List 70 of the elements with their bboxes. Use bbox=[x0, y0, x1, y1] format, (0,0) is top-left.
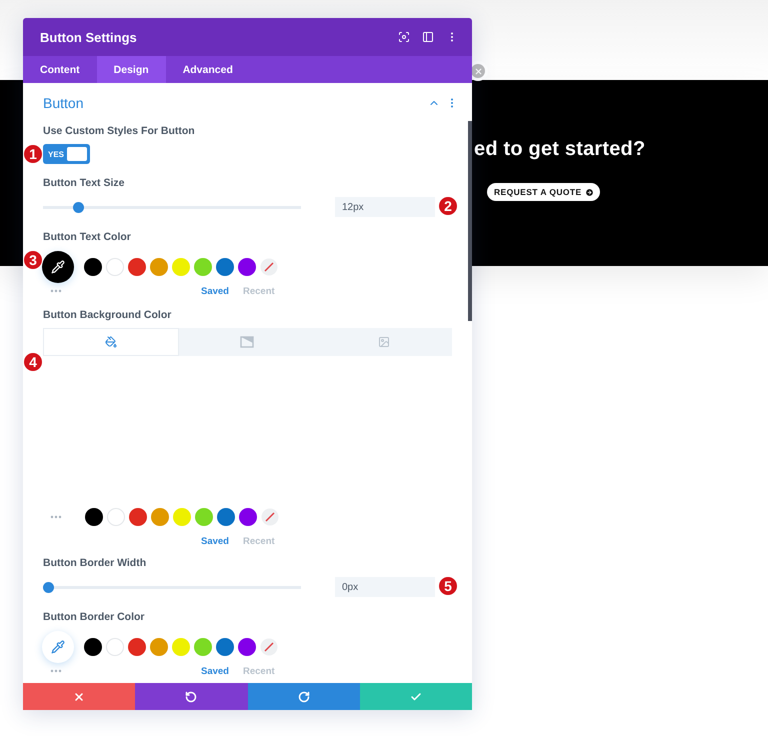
sidebar-icon[interactable] bbox=[422, 31, 434, 43]
color-swatch[interactable] bbox=[85, 508, 103, 526]
more-dots-icon[interactable] bbox=[50, 515, 62, 519]
color-swatch[interactable] bbox=[172, 638, 190, 656]
close-icon bbox=[73, 690, 86, 702]
color-swatch[interactable] bbox=[107, 508, 125, 526]
color-swatch[interactable] bbox=[129, 508, 147, 526]
color-swatch[interactable] bbox=[128, 258, 146, 276]
scrollbar[interactable] bbox=[468, 121, 472, 321]
color-swatch[interactable] bbox=[217, 508, 235, 526]
color-swatch[interactable] bbox=[106, 258, 124, 276]
section-title: Button bbox=[43, 95, 84, 111]
palette-tab[interactable]: Saved bbox=[201, 286, 229, 296]
color-swatch[interactable] bbox=[84, 258, 102, 276]
gradient-icon bbox=[240, 336, 254, 348]
close-icon[interactable] bbox=[471, 64, 485, 78]
setting-label: Button Border Color bbox=[43, 610, 146, 625]
panel-title: Button Settings bbox=[40, 30, 138, 44]
focus-icon[interactable] bbox=[398, 31, 410, 43]
setting-label: Button Background Color bbox=[43, 308, 172, 323]
eyedropper-icon bbox=[51, 640, 65, 654]
step-marker: 4 bbox=[23, 352, 43, 372]
color-swatch[interactable] bbox=[216, 258, 234, 276]
slider-thumb[interactable] bbox=[43, 582, 54, 592]
palette-tab[interactable]: Saved bbox=[201, 536, 229, 546]
check-icon bbox=[410, 690, 422, 702]
color-swatch[interactable] bbox=[195, 508, 213, 526]
color-swatch[interactable] bbox=[238, 638, 256, 656]
color-swatch[interactable] bbox=[106, 638, 124, 656]
panel-tab[interactable]: Content bbox=[23, 56, 97, 83]
color-swatch[interactable] bbox=[150, 258, 168, 276]
more-dots-icon[interactable] bbox=[50, 289, 62, 293]
color-swatch[interactable] bbox=[172, 258, 190, 276]
slider-thumb[interactable] bbox=[72, 202, 84, 212]
value-field[interactable]: 0px bbox=[335, 577, 435, 597]
color-swatch[interactable] bbox=[173, 508, 191, 526]
color-swatch[interactable] bbox=[194, 638, 212, 656]
color-swatch[interactable] bbox=[128, 638, 146, 656]
image-icon bbox=[378, 336, 390, 348]
eyedropper-icon bbox=[51, 260, 65, 274]
no-color-swatch[interactable] bbox=[260, 258, 278, 276]
setting-label: Button Text Color bbox=[43, 230, 132, 245]
more-dots-icon[interactable] bbox=[50, 669, 62, 673]
panel-tab[interactable]: Design bbox=[96, 56, 166, 83]
setting-label: Use Custom Styles For Button bbox=[43, 124, 196, 139]
step-marker: 3 bbox=[23, 250, 43, 270]
step-marker: 1 bbox=[23, 144, 43, 164]
paint-bucket-icon bbox=[105, 336, 118, 348]
color-swatch[interactable] bbox=[216, 638, 234, 656]
toggle-switch[interactable]: YES bbox=[43, 144, 90, 164]
setting-label: Button Border Width bbox=[43, 556, 148, 571]
redo-icon bbox=[298, 690, 310, 702]
no-color-swatch[interactable] bbox=[261, 508, 279, 526]
step-marker: 5 bbox=[438, 576, 458, 596]
step-marker: 2 bbox=[438, 196, 458, 216]
undo-icon bbox=[185, 690, 198, 702]
color-swatch[interactable] bbox=[151, 508, 169, 526]
color-swatch[interactable] bbox=[194, 258, 212, 276]
color-swatch[interactable] bbox=[238, 258, 256, 276]
eyedropper-button[interactable] bbox=[42, 251, 74, 283]
hero-heading: ed to get started? bbox=[474, 138, 646, 161]
color-swatch[interactable] bbox=[239, 508, 257, 526]
color-swatch[interactable] bbox=[150, 638, 168, 656]
palette-tab[interactable]: Saved bbox=[201, 666, 229, 676]
setting-label: Button Text Size bbox=[43, 176, 126, 191]
value-field[interactable]: 12px bbox=[335, 197, 435, 217]
no-color-swatch[interactable] bbox=[260, 638, 278, 656]
panel-tab[interactable]: Advanced bbox=[166, 56, 250, 83]
quote-button[interactable]: REQUEST A QUOTE bbox=[487, 183, 600, 201]
color-swatch[interactable] bbox=[84, 638, 102, 656]
